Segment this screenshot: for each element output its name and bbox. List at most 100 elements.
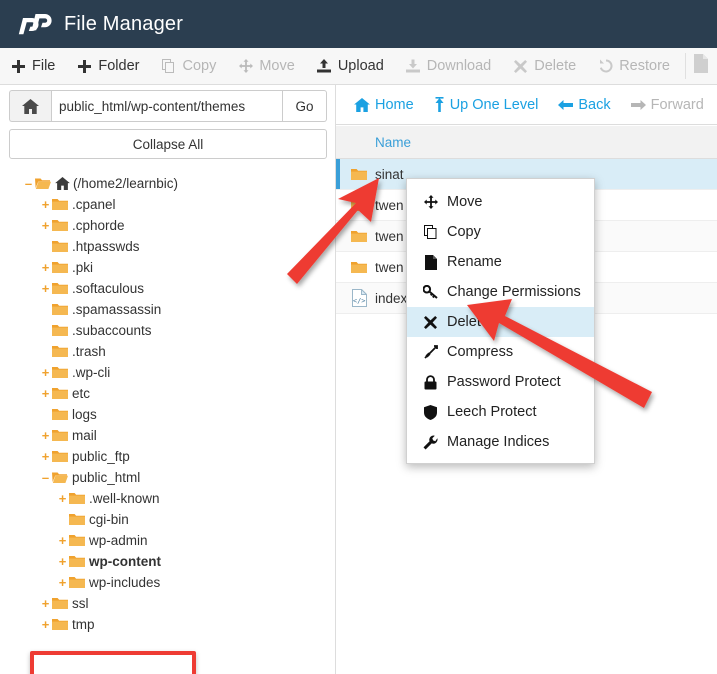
tree-node-cphorde[interactable]: + .cphorde [0, 215, 335, 236]
expand-plus-icon[interactable]: + [39, 387, 52, 400]
tree-node-label: .softaculous [72, 280, 145, 296]
tree-node-label: wp-content [89, 553, 161, 569]
copy-button[interactable]: Copy [150, 48, 227, 85]
tree-node-htpasswds[interactable]: .htpasswds [0, 236, 335, 257]
path-input[interactable] [51, 90, 283, 122]
nav-forward-button[interactable]: Forward [621, 85, 714, 125]
folder-icon [69, 576, 85, 589]
expand-plus-icon[interactable]: + [56, 534, 69, 547]
nav-back-button[interactable]: Back [548, 85, 620, 125]
tree-node-cpanel[interactable]: + .cpanel [0, 194, 335, 215]
context-menu-item-rename[interactable]: Rename [407, 247, 594, 277]
expand-plus-icon[interactable]: + [39, 282, 52, 295]
collapse-minus-icon[interactable]: – [22, 177, 35, 190]
folder-icon [52, 345, 68, 358]
go-button[interactable]: Go [283, 90, 327, 122]
file-name: twen [375, 197, 404, 213]
expand-plus-icon[interactable]: + [39, 261, 52, 274]
expand-plus-icon[interactable]: + [56, 492, 69, 505]
tree-node-ssl[interactable]: + ssl [0, 593, 335, 614]
wp-content-highlight-box [30, 651, 196, 674]
context-menu-item-label: Leech Protect [447, 404, 537, 420]
nav-home-button[interactable]: Home [344, 85, 424, 125]
tree-node-label: .trash [72, 343, 106, 359]
tree-node-pki[interactable]: + .pki [0, 257, 335, 278]
expand-plus-icon[interactable]: + [39, 198, 52, 211]
app-header: File Manager [0, 0, 717, 48]
context-menu-item-manage-indices[interactable]: Manage Indices [407, 427, 594, 457]
tree-node-trash[interactable]: .trash [0, 341, 335, 362]
expand-plus-icon[interactable]: + [39, 429, 52, 442]
folder-icon [35, 177, 51, 190]
folder-icon [52, 408, 68, 421]
tree-node-label: .subaccounts [72, 322, 152, 338]
tree-node-label: mail [72, 427, 97, 443]
file-nav-bar: Home Up One Level Back Forward [336, 85, 717, 125]
folder-icon [52, 324, 68, 337]
folder-icon [346, 230, 372, 243]
restore-button[interactable]: Restore [587, 48, 681, 85]
context-menu-item-delete[interactable]: Delete [407, 307, 594, 337]
context-menu-item-move[interactable]: Move [407, 187, 594, 217]
folder-icon [52, 240, 68, 253]
path-bar: Go [9, 90, 327, 122]
context-menu-item-password-protect[interactable]: Password Protect [407, 367, 594, 397]
upload-icon [317, 59, 332, 74]
expand-plus-icon[interactable]: + [56, 555, 69, 568]
context-menu-item-change-permissions[interactable]: Change Permissions [407, 277, 594, 307]
tree-node-well-known[interactable]: + .well-known [0, 488, 335, 509]
copy-icon [161, 59, 176, 74]
move-button[interactable]: Move [227, 48, 305, 85]
collapse-all-button[interactable]: Collapse All [9, 129, 327, 159]
tree-node-wp-includes[interactable]: + wp-includes [0, 572, 335, 593]
tree-node-public_ftp[interactable]: + public_ftp [0, 446, 335, 467]
new-file-button[interactable]: File [0, 48, 66, 85]
tree-node-home2learnbic[interactable]: – (/home2/learnbic) [0, 173, 335, 194]
nav-home-label: Home [375, 96, 414, 113]
upload-button[interactable]: Upload [306, 48, 395, 85]
tree-node-wp-content[interactable]: + wp-content [0, 551, 335, 572]
download-button[interactable]: Download [395, 48, 503, 85]
folder-icon [346, 199, 372, 212]
tree-node-wp-cli[interactable]: + .wp-cli [0, 362, 335, 383]
delete-button[interactable]: Delete [502, 48, 587, 85]
tree-node-cgi-bin[interactable]: cgi-bin [0, 509, 335, 530]
plus-icon [77, 59, 92, 74]
move-label: Move [259, 58, 295, 74]
tree-node-softaculous[interactable]: + .softaculous [0, 278, 335, 299]
context-menu-item-leech-protect[interactable]: Leech Protect [407, 397, 594, 427]
tree-node-subaccounts[interactable]: .subaccounts [0, 320, 335, 341]
column-header-name[interactable]: Name [375, 135, 411, 150]
new-folder-button[interactable]: Folder [66, 48, 150, 85]
file-name: sinat [375, 166, 404, 182]
context-menu-item-compress[interactable]: Compress [407, 337, 594, 367]
expand-plus-icon[interactable]: + [39, 450, 52, 463]
collapse-minus-icon[interactable]: – [39, 471, 52, 484]
expand-plus-icon[interactable]: + [39, 597, 52, 610]
key-icon [423, 285, 438, 299]
tree-node-mail[interactable]: + mail [0, 425, 335, 446]
tree-node-wp-admin[interactable]: + wp-admin [0, 530, 335, 551]
expand-plus-icon[interactable]: + [39, 366, 52, 379]
tree-node-spamassassin[interactable]: .spamassassin [0, 299, 335, 320]
arrow-right-icon [630, 99, 646, 111]
nav-back-label: Back [578, 96, 611, 113]
settings-document-button[interactable] [693, 54, 717, 78]
nav-up-one-level-button[interactable]: Up One Level [424, 85, 549, 125]
code-file-icon: </> [346, 289, 372, 307]
tree-node-public_html[interactable]: – public_html [0, 467, 335, 488]
tree-node-tmp[interactable]: + tmp [0, 614, 335, 635]
folder-icon [346, 168, 372, 181]
tree-node-label: public_html [72, 469, 141, 485]
expand-plus-icon[interactable]: + [39, 618, 52, 631]
plus-icon [11, 59, 26, 74]
expand-plus-icon[interactable]: + [56, 576, 69, 589]
cpanel-logo-icon [18, 10, 54, 38]
expand-plus-icon[interactable]: + [39, 219, 52, 232]
tree-node-label: tmp [72, 616, 95, 632]
path-home-button[interactable] [9, 90, 51, 122]
tree-node-etc[interactable]: + etc [0, 383, 335, 404]
context-menu-item-copy[interactable]: Copy [407, 217, 594, 247]
restore-label: Restore [619, 58, 670, 74]
tree-node-logs[interactable]: logs [0, 404, 335, 425]
